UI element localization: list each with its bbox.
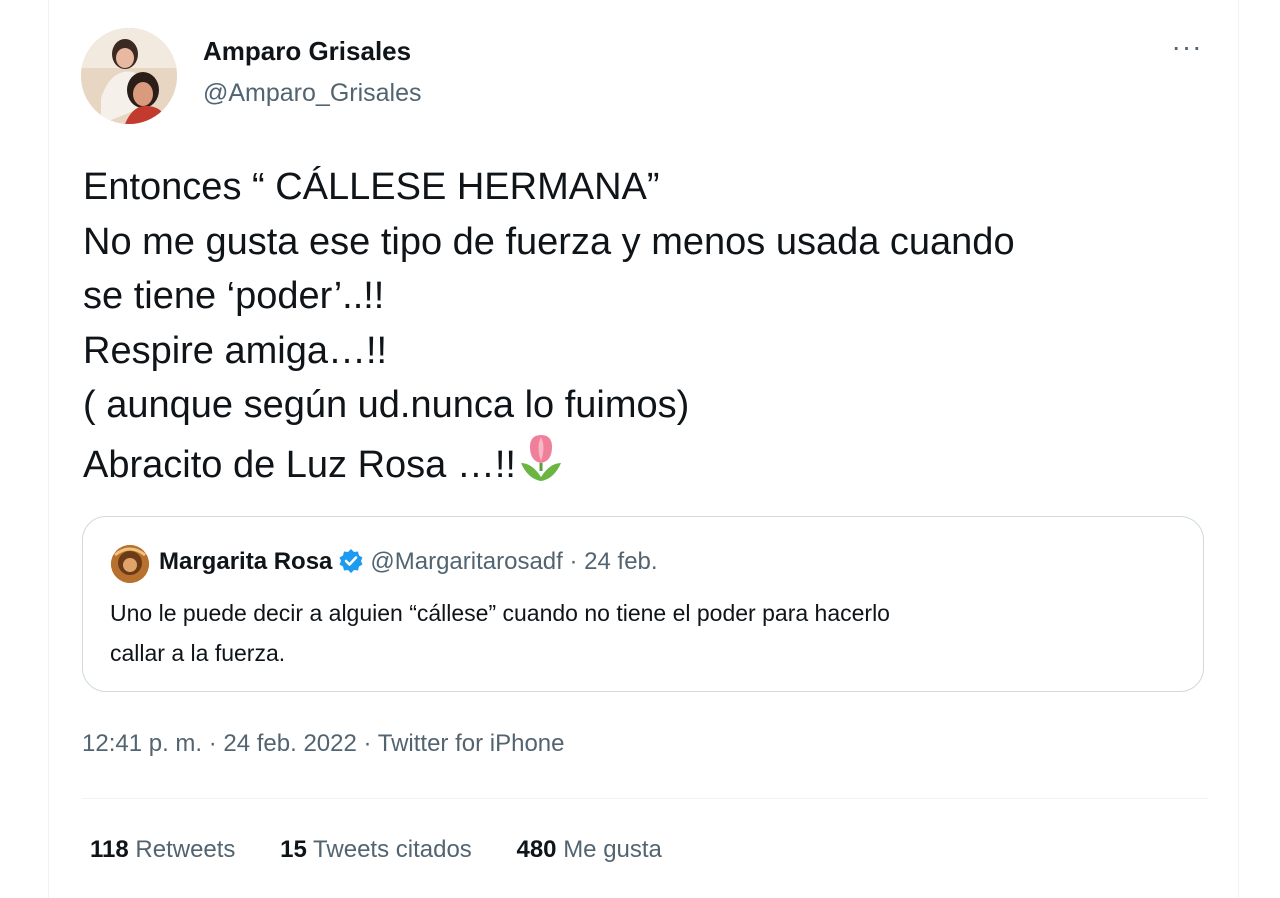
quoted-separator: · — [569, 548, 578, 575]
quotes-count: 15 — [280, 836, 307, 863]
tweet-line: Abracito de Luz Rosa …!! — [83, 443, 516, 486]
author-avatar[interactable] — [81, 28, 177, 124]
quoted-text-line: Uno le puede decir a alguien “cállese” c… — [110, 600, 890, 626]
tweet-line-last: Abracito de Luz Rosa …!! — [83, 433, 1223, 499]
quotes-label: Tweets citados — [313, 836, 472, 863]
more-options-icon[interactable]: ··· — [1167, 33, 1207, 66]
retweets-label: Retweets — [135, 836, 236, 863]
quoted-text: Uno le puede decir a alguien “cállese” c… — [110, 593, 1190, 673]
quoted-author-avatar[interactable] — [111, 545, 149, 583]
likes-label: Me gusta — [563, 836, 662, 863]
tweet-line: se tiene ‘poder’..!! — [83, 275, 385, 317]
quoted-tweet[interactable]: Margarita Rosa @Margaritarosadf · 24 feb… — [82, 516, 1204, 692]
tweet-text: Entonces “ CÁLLESE HERMANA” No me gusta … — [83, 160, 1223, 498]
retweets-stat[interactable]: 118 Retweets — [90, 836, 235, 864]
author-name[interactable]: Amparo Grisales — [203, 36, 411, 67]
divider — [82, 798, 1208, 799]
tweet-stats: 118 Retweets 15 Tweets citados 480 Me gu… — [90, 836, 700, 864]
page-edge-right — [1238, 0, 1239, 898]
likes-count: 480 — [516, 836, 557, 863]
tweet-line: No me gusta ese tipo de fuerza y menos u… — [83, 220, 1015, 263]
quoted-date[interactable]: 24 feb. — [584, 548, 657, 575]
tweet-line: Respire amiga…!! — [83, 329, 388, 372]
likes-stat[interactable]: 480 Me gusta — [516, 836, 661, 864]
tweet-card: Amparo Grisales @Amparo_Grisales ··· Ent… — [49, 0, 1238, 898]
tweet-line: ( aunque según ud.nunca lo fuimos) — [83, 384, 690, 426]
retweets-count: 118 — [90, 836, 129, 863]
verified-badge-icon — [338, 548, 364, 581]
quoted-author-name[interactable]: Margarita Rosa — [159, 548, 332, 575]
quoted-header: Margarita Rosa @Margaritarosadf · 24 feb… — [159, 548, 658, 581]
author-handle[interactable]: @Amparo_Grisales — [203, 79, 422, 108]
tweet-timestamp[interactable]: 12:41 p. m. · 24 feb. 2022 · Twitter for… — [82, 730, 565, 758]
tweet-line: Entonces “ CÁLLESE HERMANA” — [83, 166, 660, 208]
quoted-text-line: callar a la fuerza. — [110, 640, 286, 666]
quoted-author-handle[interactable]: @Margaritarosadf — [370, 548, 562, 575]
quote-tweets-stat[interactable]: 15 Tweets citados — [280, 836, 472, 864]
tulip-icon — [518, 433, 564, 499]
